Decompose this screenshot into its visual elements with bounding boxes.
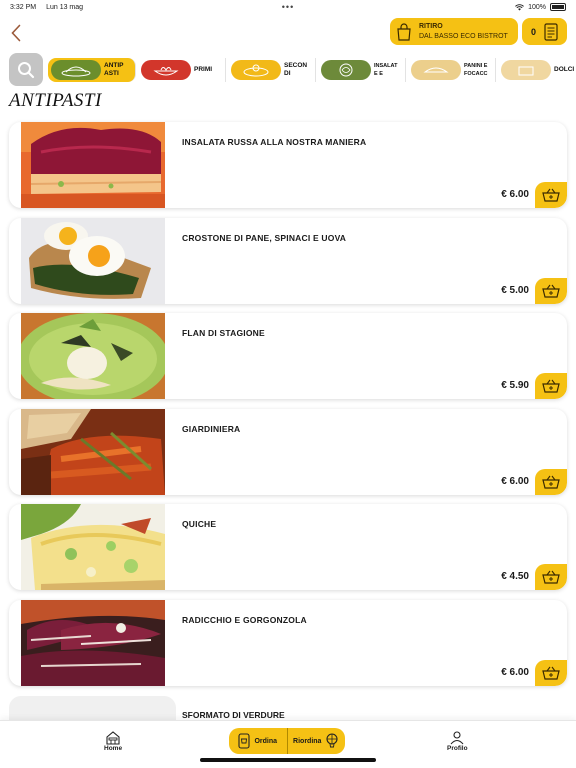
status-date: Lun 13 mag (46, 3, 84, 11)
product-name: RADICCHIO E GORGONZOLA (182, 614, 307, 625)
product-name: CROSTONE DI PANE, SPINACI E UOVA (182, 232, 347, 243)
product-name: FLAN DI STAGIONE (182, 328, 265, 338)
product-image (21, 217, 165, 304)
multitask-dots[interactable]: ••• (282, 2, 294, 12)
product-price: € 4.50 (501, 571, 529, 582)
add-to-cart-button[interactable] (535, 468, 567, 495)
phone-order-icon (238, 733, 251, 749)
chevron-left-icon (11, 24, 21, 42)
basket-add-icon (542, 284, 560, 298)
wifi-icon (515, 3, 524, 10)
category-label: E E (374, 70, 383, 77)
product-card[interactable]: QUICHE € 4.50 (9, 504, 567, 590)
product-card[interactable]: CROSTONE DI PANE, SPINACI E UOVA € 5.00 (9, 217, 567, 304)
basket-add-icon (542, 666, 560, 680)
product-image (21, 408, 165, 495)
product-list: INSALATA RUSSA ALLA NOSTRA MANIERA € 6.0… (9, 122, 567, 695)
status-time: 3:32 PM (10, 3, 37, 11)
product-price: € 6.00 (501, 666, 529, 678)
product-card[interactable]: RADICCHIO E GORGONZOLA € 6.00 (9, 599, 567, 686)
tab-reorder-label: Riordina (293, 737, 322, 745)
category-label: ASTI (104, 69, 119, 77)
category-secondi[interactable]: SECON DI (228, 57, 316, 82)
category-primi[interactable]: PRIMI (138, 57, 226, 82)
insalate-illustration (321, 59, 371, 80)
cart-button[interactable]: 0 (522, 18, 567, 45)
tab-reorder[interactable]: Riordina (286, 728, 346, 754)
product-name: GIARDINIERA (182, 423, 241, 434)
product-price: € 5.00 (501, 284, 529, 296)
pickup-location-button[interactable]: RITIRO DAL BASSO ECO BISTROT (390, 18, 518, 45)
category-insalate[interactable]: INSALAT E E (318, 57, 406, 82)
tab-order[interactable]: Ordina (229, 728, 287, 754)
balloon-icon (326, 733, 338, 748)
add-to-cart-button[interactable] (535, 277, 567, 304)
product-price: € 6.00 (501, 475, 529, 487)
battery-percent: 100% (528, 3, 546, 11)
product-name: SFORMATO DI VERDURE (182, 710, 285, 720)
add-to-cart-button[interactable] (535, 182, 567, 208)
tab-profile[interactable]: Profilo (447, 731, 468, 752)
category-bar: ANTIP ASTI PRIMI SECON DI INSALAT E E PANIN… (9, 53, 576, 86)
category-label: SECON (284, 61, 308, 69)
antipasti-illustration (51, 59, 101, 80)
add-to-cart-button[interactable] (535, 564, 567, 590)
product-image (21, 313, 165, 399)
product-card[interactable]: FLAN DI STAGIONE € 5.90 (9, 313, 567, 399)
pickup-title: RITIRO (419, 22, 443, 30)
search-button[interactable] (9, 53, 43, 86)
add-to-cart-button[interactable] (535, 659, 567, 686)
category-label: PRIMI (194, 65, 213, 73)
header: RITIRO DAL BASSO ECO BISTROT 0 (0, 16, 576, 50)
product-card[interactable]: INSALATA RUSSA ALLA NOSTRA MANIERA € 6.0… (9, 122, 567, 208)
add-to-cart-button[interactable] (535, 373, 567, 399)
receipt-icon (544, 22, 558, 41)
category-label: PANINI E (464, 62, 488, 69)
home-indicator (200, 758, 376, 762)
tab-profile-label: Profilo (447, 745, 468, 752)
product-price: € 5.90 (501, 380, 529, 391)
secondi-illustration (231, 59, 281, 80)
product-name: INSALATA RUSSA ALLA NOSTRA MANIERA (182, 137, 367, 147)
basket-add-icon (542, 475, 560, 489)
category-antipasti[interactable]: ANTIP ASTI (48, 57, 136, 82)
basket-add-icon (542, 188, 560, 202)
section-title: ANTIPASTI (9, 90, 102, 111)
product-image (21, 599, 165, 686)
basket-add-icon (542, 379, 560, 393)
product-name: QUICHE (182, 519, 217, 529)
product-card[interactable]: GIARDINIERA € 6.00 (9, 408, 567, 495)
primi-illustration (141, 59, 191, 80)
product-image (21, 122, 165, 208)
profile-icon (450, 731, 464, 745)
tab-bar: Home Ordina Riordina Profilo (0, 720, 576, 768)
basket-add-icon (542, 570, 560, 584)
panini-illustration (411, 59, 461, 80)
tab-home-label: Home (104, 745, 123, 752)
battery-icon (550, 3, 566, 11)
search-icon (18, 61, 35, 78)
category-label: INSALAT (374, 62, 398, 69)
product-image (21, 504, 165, 590)
category-label: DOLCI (554, 65, 575, 73)
tab-order-label: Ordina (254, 737, 278, 745)
category-label: FOCACC (464, 70, 488, 77)
category-label: ANTIP (104, 61, 124, 69)
back-button[interactable] (6, 20, 26, 46)
status-bar: 3:32 PM Lun 13 mag ••• 100% (0, 0, 576, 14)
cart-count: 0 (530, 26, 536, 37)
shopping-bag-icon (397, 22, 411, 41)
category-label: DI (284, 69, 291, 77)
tab-home[interactable]: Home (104, 731, 122, 752)
order-group: Ordina Riordina (229, 728, 345, 754)
product-price: € 6.00 (501, 189, 529, 200)
pickup-location: DAL BASSO ECO BISTROT (419, 32, 508, 40)
category-dolci[interactable]: DOLCI (498, 58, 576, 82)
home-icon (106, 731, 120, 745)
category-panini[interactable]: PANINI E FOCACC (408, 57, 496, 82)
dolci-illustration (501, 59, 551, 80)
